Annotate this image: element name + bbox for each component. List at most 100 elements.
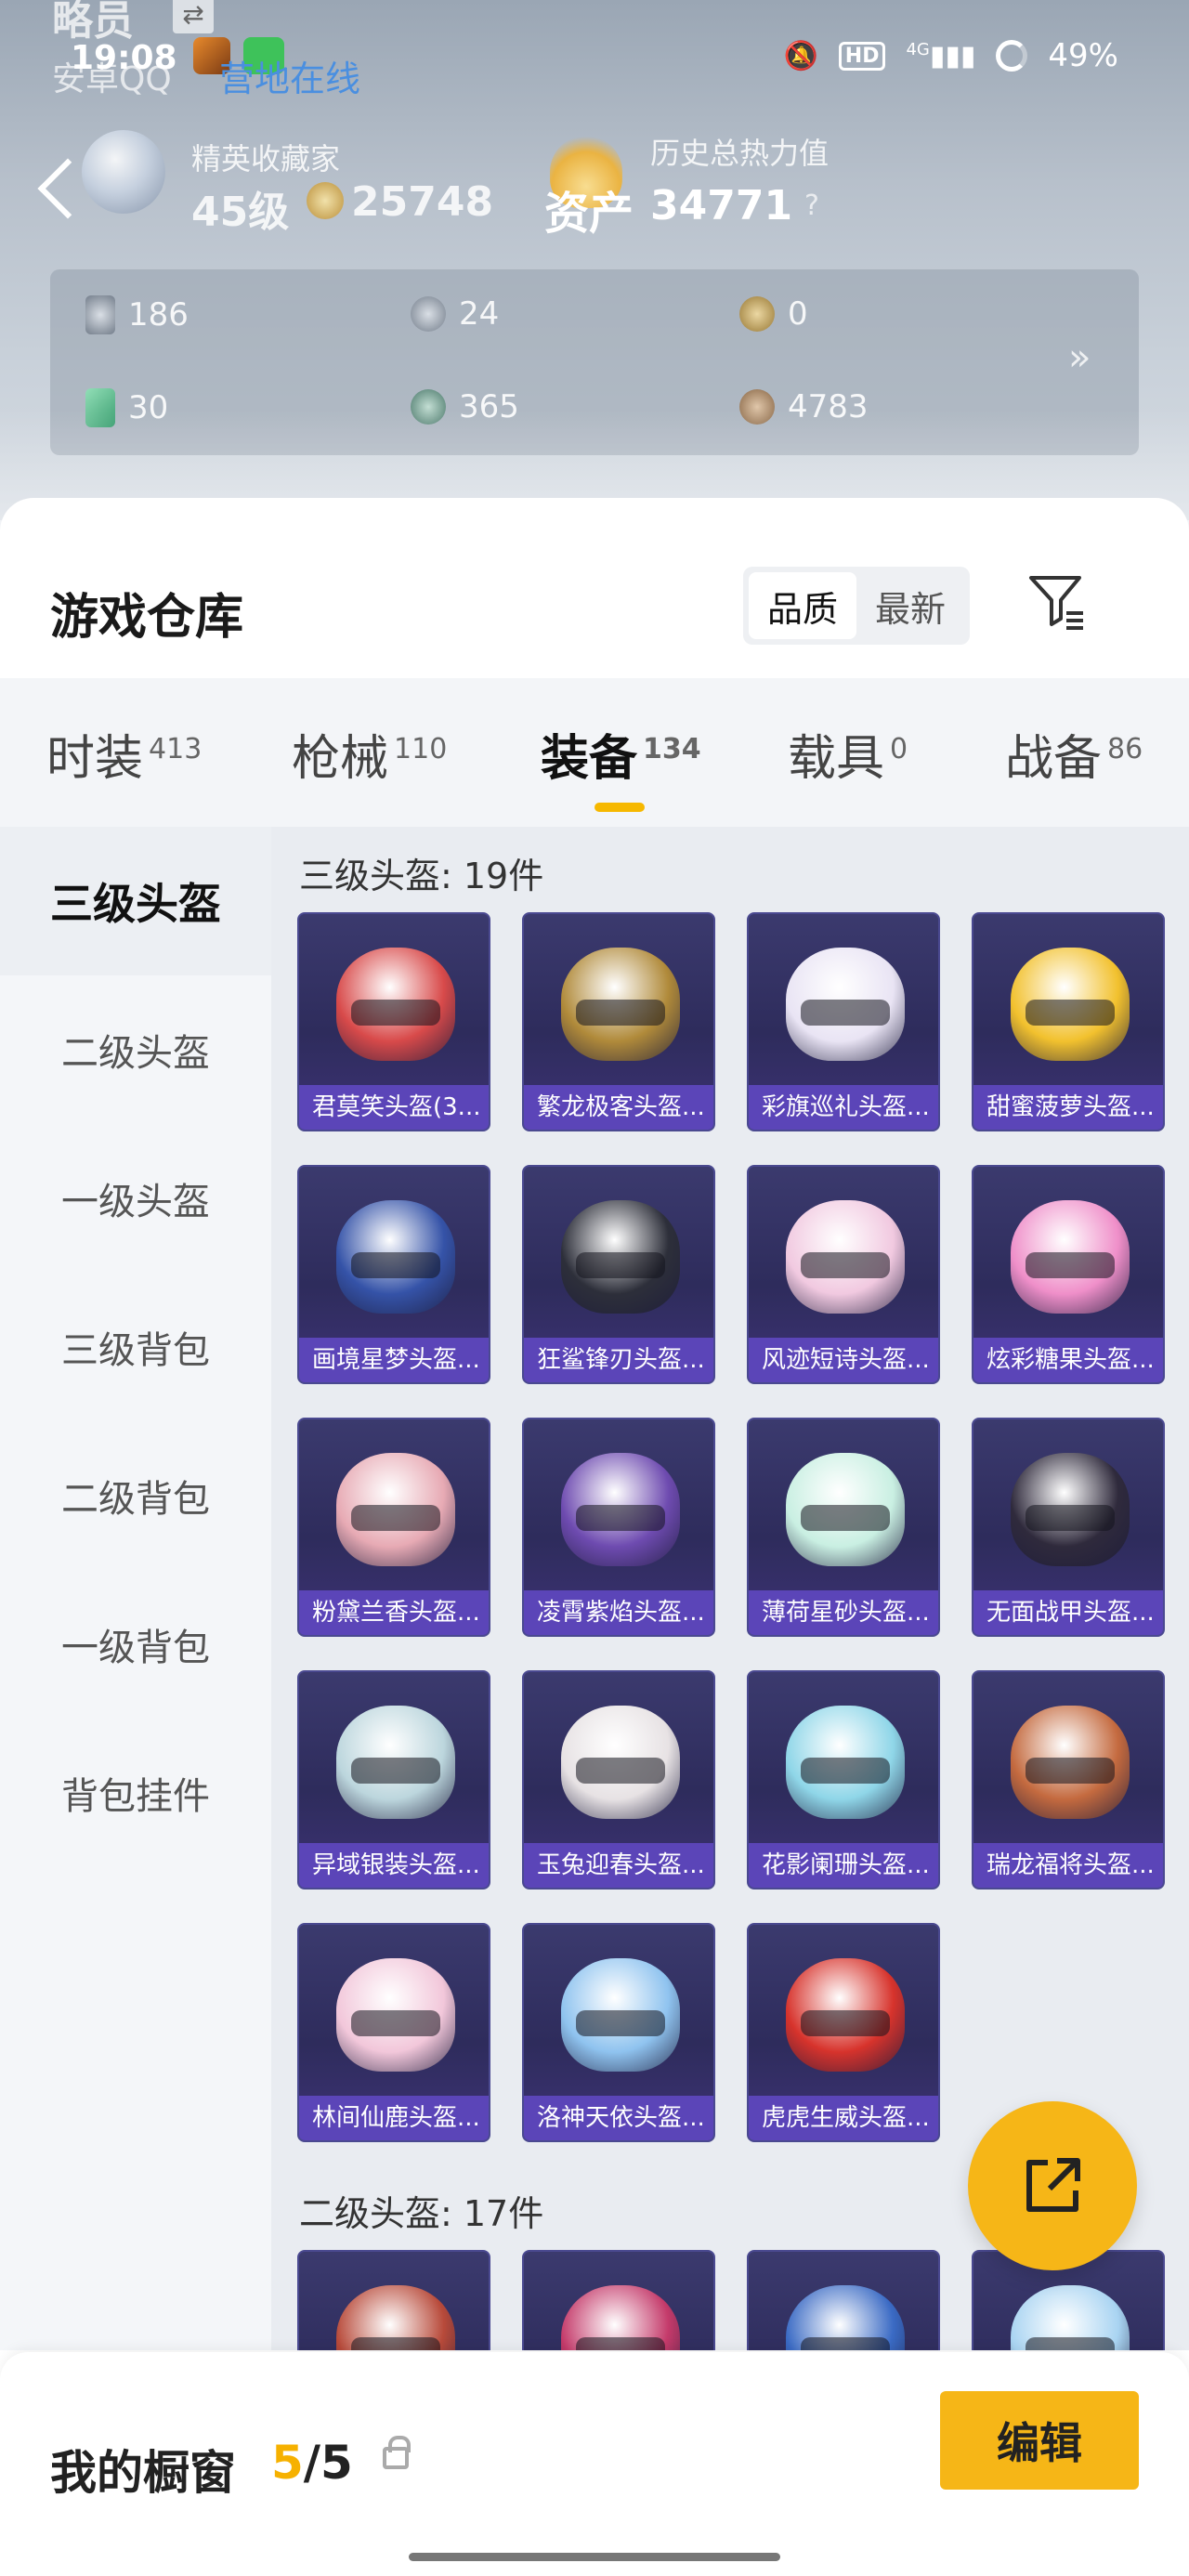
item-name: 花影阑珊头盔... xyxy=(749,1843,938,1888)
item-card[interactable]: 凌霄紫焰头盔... xyxy=(522,1418,715,1637)
signal-icon: 4G▮▮▮ xyxy=(906,39,976,72)
sidebar-item[interactable]: 二级背包 xyxy=(0,1421,271,1570)
sidebar-item[interactable]: 三级背包 xyxy=(0,1273,271,1421)
helmet-visor xyxy=(576,2010,665,2036)
teal-coin-icon xyxy=(411,389,446,425)
subcategory-sidebar: 三级头盔 二级头盔 一级头盔 三级背包 二级背包 一级背包 背包挂件 xyxy=(0,827,271,2350)
stat-value: 4783 xyxy=(788,388,869,425)
silver-coin-icon xyxy=(411,296,446,332)
helmet-visor xyxy=(1026,1505,1115,1531)
stat-value: 186 xyxy=(128,296,189,333)
item-card[interactable]: 繁龙极客头盔... xyxy=(522,912,715,1131)
item-name: 甜蜜菠萝头盔... xyxy=(973,1085,1163,1130)
item-card[interactable]: 林间仙鹿头盔... xyxy=(297,1923,490,2142)
item-card[interactable]: 炫彩糖果头盔... xyxy=(972,1165,1165,1384)
battery-icon xyxy=(996,40,1028,72)
rank-points: 25748 xyxy=(351,178,494,226)
item-card[interactable]: 洛神天依头盔... xyxy=(522,1923,715,2142)
signal-label: 4G xyxy=(906,39,930,59)
active-tab-indicator xyxy=(594,803,645,812)
item-card[interactable] xyxy=(522,2250,715,2350)
sidebar-item[interactable]: 背包挂件 xyxy=(0,1719,271,1867)
tab-firearms[interactable]: 枪械 110 xyxy=(292,719,447,789)
helmet-visor xyxy=(351,1505,440,1531)
stat-value: 24 xyxy=(459,295,500,333)
status-icons: 🔕 HD 4G▮▮▮ 49% xyxy=(783,37,1118,74)
helmet-visor xyxy=(351,1252,440,1278)
item-name: 玉兔迎春头盔... xyxy=(524,1843,713,1888)
heat-value: 34771 xyxy=(650,182,793,229)
item-name: 瑞龙福将头盔... xyxy=(973,1843,1163,1888)
tab-count: 0 xyxy=(890,733,908,765)
stats-more-icon[interactable]: » xyxy=(1068,336,1091,379)
helmet-visor xyxy=(801,1505,890,1531)
gold-coin-icon xyxy=(739,296,775,332)
hd-icon: HD xyxy=(838,41,886,71)
online-status: 营地在线 xyxy=(219,59,361,99)
tab-fashion[interactable]: 时装 413 xyxy=(46,719,202,789)
item-card[interactable]: 玉兔迎春头盔... xyxy=(522,1670,715,1890)
item-name: 凌霄紫焰头盔... xyxy=(524,1590,713,1635)
helmet-visor xyxy=(576,1505,665,1531)
showcase-total: /5 xyxy=(303,2436,353,2490)
item-card[interactable]: 异域银装头盔... xyxy=(297,1670,490,1890)
sidebar-item[interactable]: 一级背包 xyxy=(0,1570,271,1719)
sidebar-item[interactable]: 三级头盔 xyxy=(0,827,271,975)
item-name: 粉黛兰香头盔... xyxy=(299,1590,489,1635)
showcase-current: 5 xyxy=(271,2436,304,2490)
tab-count: 86 xyxy=(1107,733,1143,765)
sidebar-item[interactable]: 一级头盔 xyxy=(0,1124,271,1273)
item-name: 繁龙极客头盔... xyxy=(524,1085,713,1130)
share-icon xyxy=(1026,2158,1080,2212)
helmet-visor xyxy=(801,1252,890,1278)
tab-label: 载具 xyxy=(788,731,885,787)
home-indicator[interactable] xyxy=(409,2553,780,2561)
item-card[interactable]: 彩旗巡礼头盔... xyxy=(747,912,940,1131)
tab-count: 134 xyxy=(643,733,701,765)
item-name: 洛神天依头盔... xyxy=(524,2096,713,2140)
item-card[interactable]: 虎虎生威头盔... xyxy=(747,1923,940,2142)
item-card[interactable]: 君莫笑头盔(3... xyxy=(297,912,490,1131)
tab-vehicles[interactable]: 载具 0 xyxy=(788,719,908,789)
item-card[interactable]: 甜蜜菠萝头盔... xyxy=(972,912,1165,1131)
item-card[interactable]: 花影阑珊头盔... xyxy=(747,1670,940,1890)
help-icon[interactable]: ? xyxy=(804,190,819,222)
category-tabs: 时装 413 枪械 110 装备 134 载具 0 战备 86 xyxy=(0,678,1189,827)
sort-newest-button[interactable]: 最新 xyxy=(856,572,964,639)
item-name: 无面战甲头盔... xyxy=(973,1590,1163,1635)
item-card[interactable]: 狂鲨锋刃头盔... xyxy=(522,1165,715,1384)
stats-panel[interactable] xyxy=(50,269,1139,455)
switch-account-icon[interactable]: ⇄ xyxy=(173,0,214,33)
filter-icon[interactable] xyxy=(1026,570,1087,632)
mute-icon: 🔕 xyxy=(783,39,818,72)
stat-value: 30 xyxy=(128,389,169,426)
share-button[interactable] xyxy=(968,2101,1137,2270)
item-card[interactable]: 无面战甲头盔... xyxy=(972,1418,1165,1637)
helmet-visor xyxy=(351,2010,440,2036)
item-card[interactable]: 风迹短诗头盔... xyxy=(747,1165,940,1384)
tab-supplies[interactable]: 战备 86 xyxy=(1005,719,1143,789)
edit-button[interactable]: 编辑 xyxy=(940,2391,1139,2490)
item-card[interactable] xyxy=(297,2250,490,2350)
helmet-visor xyxy=(801,1758,890,1784)
tab-label: 装备 xyxy=(541,731,638,787)
section-title: 三级头盔: 19件 xyxy=(299,856,544,896)
helmet-visor xyxy=(576,1758,665,1784)
item-card[interactable]: 瑞龙福将头盔... xyxy=(972,1670,1165,1890)
tab-count: 110 xyxy=(394,733,448,765)
tab-label: 枪械 xyxy=(292,731,389,787)
showcase-label: 我的橱窗 xyxy=(50,2446,236,2500)
item-card[interactable]: 薄荷星砂头盔... xyxy=(747,1418,940,1637)
item-name: 林间仙鹿头盔... xyxy=(299,2096,489,2140)
item-card[interactable]: 画境星梦头盔... xyxy=(297,1165,490,1384)
sort-quality-button[interactable]: 品质 xyxy=(749,572,856,639)
item-card[interactable] xyxy=(747,2250,940,2350)
tab-equipment[interactable]: 装备 134 xyxy=(541,719,701,789)
item-name: 炫彩糖果头盔... xyxy=(973,1338,1163,1382)
item-card[interactable]: 粉黛兰香头盔... xyxy=(297,1418,490,1637)
item-name: 风迹短诗头盔... xyxy=(749,1338,938,1382)
sort-toggle: 品质 最新 xyxy=(743,567,970,645)
heat-title: 历史总热力值 xyxy=(650,136,830,171)
sidebar-item[interactable]: 二级头盔 xyxy=(0,975,271,1124)
stat-value: 365 xyxy=(459,388,519,425)
